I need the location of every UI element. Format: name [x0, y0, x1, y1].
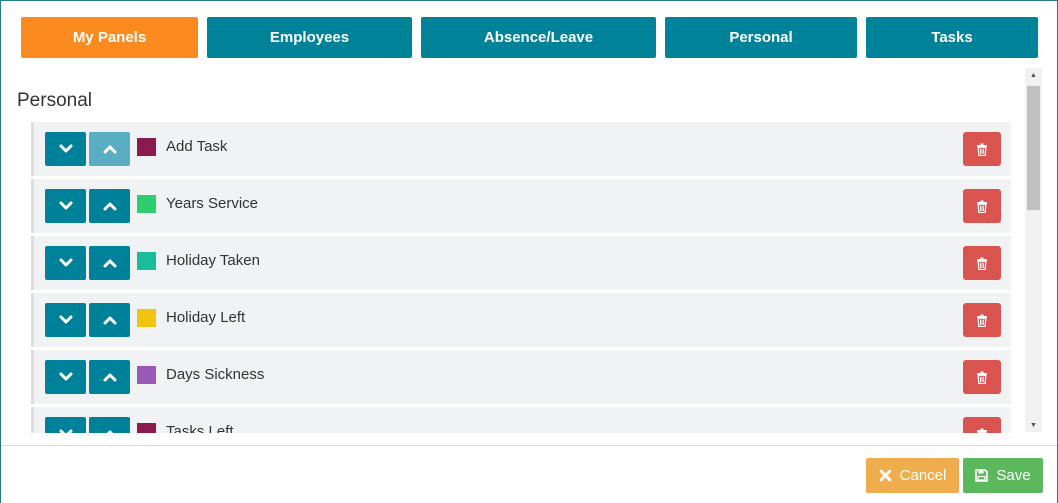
move-down-button[interactable] [45, 189, 86, 223]
chevron-up-icon [102, 143, 118, 155]
chevron-down-icon [58, 314, 74, 326]
move-down-button[interactable] [45, 303, 86, 337]
panel-color-swatch [137, 366, 156, 384]
tab-my-panels[interactable]: My Panels [21, 17, 198, 58]
panel-label: Tasks Left [166, 423, 234, 433]
panel-label: Holiday Taken [166, 252, 260, 269]
trash-icon [976, 200, 988, 213]
delete-panel-button[interactable] [963, 303, 1001, 337]
move-up-button[interactable] [89, 303, 130, 337]
move-down-button[interactable] [45, 246, 86, 280]
cancel-button[interactable]: Cancel [866, 458, 959, 493]
tab-tasks[interactable]: Tasks [866, 17, 1038, 58]
delete-panel-button[interactable] [963, 417, 1001, 433]
move-up-button[interactable] [89, 132, 130, 166]
floppy-disk-icon [975, 469, 989, 482]
panel-label: Days Sickness [166, 366, 265, 383]
delete-panel-button[interactable] [963, 132, 1001, 166]
move-up-button[interactable] [89, 360, 130, 394]
move-down-button[interactable] [45, 132, 86, 166]
tab-employees[interactable]: Employees [207, 17, 412, 58]
close-icon [879, 469, 892, 482]
chevron-down-icon [58, 371, 74, 383]
save-button[interactable]: Save [963, 458, 1043, 493]
panel-row: Add Task [31, 122, 1011, 176]
save-label: Save [996, 467, 1031, 484]
section-title: Personal [17, 90, 92, 111]
tab-absence-leave[interactable]: Absence/Leave [421, 17, 656, 58]
panel-color-swatch [137, 138, 156, 156]
scroll-down-arrow-icon[interactable]: ▼ [1025, 418, 1042, 432]
move-up-button[interactable] [89, 417, 130, 433]
move-up-button[interactable] [89, 189, 130, 223]
trash-icon [976, 257, 988, 270]
chevron-down-icon [58, 200, 74, 212]
panel-color-swatch [137, 252, 156, 270]
delete-panel-button[interactable] [963, 246, 1001, 280]
chevron-up-icon [102, 371, 118, 383]
move-down-button[interactable] [45, 417, 86, 433]
panel-scroll-area[interactable]: Personal Add Task Years Service Holiday Ta… [2, 68, 1044, 433]
panel-color-swatch [137, 195, 156, 213]
panel-row: Days Sickness [31, 350, 1011, 404]
scrollbar-thumb[interactable] [1027, 86, 1040, 210]
tab-personal[interactable]: Personal [665, 17, 857, 58]
panel-color-swatch [137, 423, 156, 433]
panel-row: Holiday Left [31, 293, 1011, 347]
panel-list: Add Task Years Service Holiday Taken Holida… [31, 122, 1011, 433]
panel-label: Holiday Left [166, 309, 246, 326]
chevron-up-icon [102, 314, 118, 326]
delete-panel-button[interactable] [963, 189, 1001, 223]
move-down-button[interactable] [45, 360, 86, 394]
chevron-down-icon [58, 143, 74, 155]
chevron-down-icon [58, 428, 74, 433]
panel-row: Years Service [31, 179, 1011, 233]
panel-row: Holiday Taken [31, 236, 1011, 290]
chevron-up-icon [102, 257, 118, 269]
vertical-scrollbar[interactable]: ▲ ▼ [1025, 68, 1042, 432]
chevron-up-icon [102, 200, 118, 212]
panel-row: Tasks Left [31, 407, 1011, 433]
delete-panel-button[interactable] [963, 360, 1001, 394]
scroll-up-arrow-icon[interactable]: ▲ [1025, 68, 1042, 82]
panel-label: Years Service [166, 195, 258, 212]
chevron-down-icon [58, 257, 74, 269]
trash-icon [976, 371, 988, 384]
panel-label: Add Task [166, 138, 228, 155]
tab-bar: My Panels Employees Absence/Leave Person… [1, 1, 1057, 71]
chevron-up-icon [102, 428, 118, 433]
panel-color-swatch [137, 309, 156, 327]
panels-dialog: My Panels Employees Absence/Leave Person… [0, 0, 1058, 503]
cancel-label: Cancel [899, 467, 947, 484]
trash-icon [976, 143, 988, 156]
trash-icon [976, 314, 988, 327]
trash-icon [976, 428, 988, 433]
move-up-button[interactable] [89, 246, 130, 280]
dialog-footer: Cancel Save [1, 445, 1057, 503]
